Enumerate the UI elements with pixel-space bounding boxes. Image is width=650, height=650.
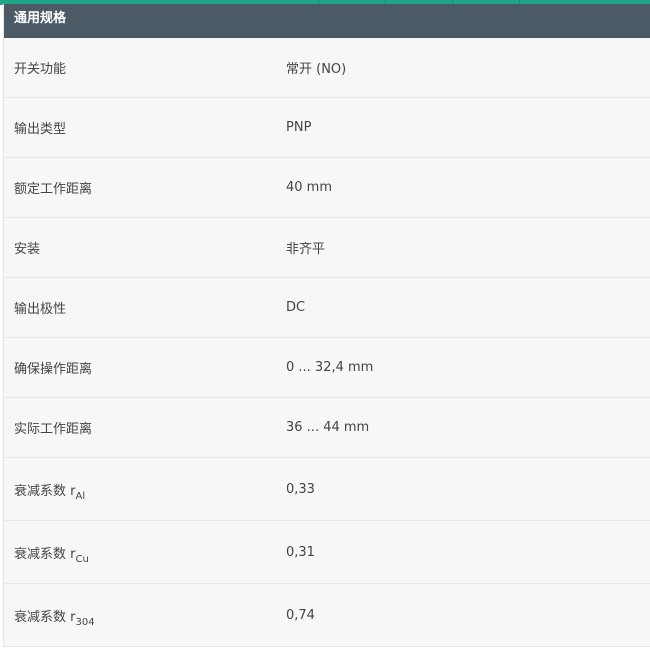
row-label: 衰减系数 r304 [4, 606, 286, 628]
row-label: 确保操作距离 [14, 362, 93, 377]
table-row: 安装 非齐平 [4, 218, 650, 278]
row-label: 衰减系数 rCu [4, 543, 286, 565]
row-value: 0 ... 32,4 mm [286, 360, 374, 375]
row-value: 0,74 [286, 607, 315, 623]
table-row: 输出极性 DC [4, 278, 650, 338]
row-value: 常开 (NO) [286, 62, 347, 77]
row-value: PNP [286, 120, 312, 135]
table-row: 衰减系数 r304 0,74 [4, 584, 650, 647]
table-row: 衰减系数 rAl 0,33 [4, 458, 650, 521]
table-row: 确保操作距离 0 ... 32,4 mm [4, 338, 650, 398]
row-value: 40 mm [286, 180, 333, 195]
row-label-subscript: 304 [75, 616, 95, 628]
table-header: 通用规格 [4, 4, 650, 38]
row-value: DC [286, 300, 306, 315]
table-row: 输出类型 PNP [4, 98, 650, 158]
table-row: 额定工作距离 40 mm [4, 158, 650, 218]
row-value: 0,33 [286, 481, 315, 497]
row-label-text: 衰减系数 r [14, 546, 76, 562]
spec-table: 通用规格 开关功能 常开 (NO) 输出类型 PNP 额定工作距离 40 mm … [3, 4, 650, 647]
page: 通用规格 开关功能 常开 (NO) 输出类型 PNP 额定工作距离 40 mm … [0, 0, 650, 650]
row-label-text: 衰减系数 r [14, 483, 76, 499]
row-label: 实际工作距离 [14, 422, 93, 437]
table-row: 开关功能 常开 (NO) [4, 38, 650, 98]
row-label: 开关功能 [14, 62, 67, 77]
row-label-text: 衰减系数 r [14, 609, 76, 625]
row-label: 额定工作距离 [14, 182, 93, 197]
row-label-subscript: Al [75, 490, 86, 502]
row-label: 输出极性 [14, 302, 67, 317]
row-value: 0,31 [286, 544, 315, 560]
row-label: 安装 [14, 242, 41, 257]
row-label: 输出类型 [14, 122, 67, 137]
table-row: 实际工作距离 36 ... 44 mm [4, 398, 650, 458]
row-value: 36 ... 44 mm [286, 420, 370, 435]
table-row: 衰减系数 rCu 0,31 [4, 521, 650, 584]
row-label: 衰减系数 rAl [4, 480, 286, 502]
row-value: 非齐平 [286, 242, 326, 257]
row-label-subscript: Cu [75, 553, 89, 565]
